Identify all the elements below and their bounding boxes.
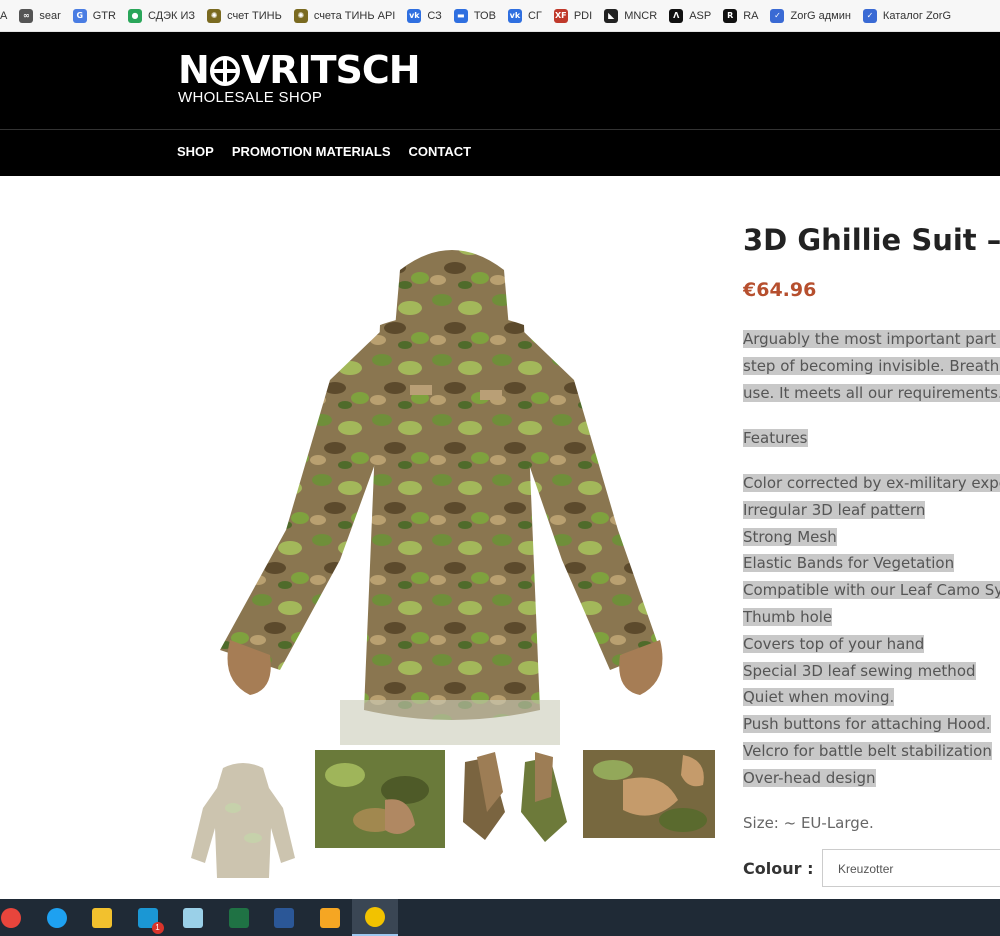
bookmark-label: GTR bbox=[92, 9, 116, 22]
product-summary: 3D Ghillie Suit – J €64.96 Arguably the … bbox=[743, 220, 1000, 836]
product-title: 3D Ghillie Suit – J bbox=[743, 223, 1000, 257]
product-description: Arguably the most important part o step … bbox=[743, 326, 1000, 836]
file-explorer-icon[interactable] bbox=[79, 899, 125, 936]
site-logo[interactable]: N VRITSCH WHOLESALE SHOP bbox=[178, 48, 421, 106]
bookmark-item[interactable]: ✺ счета ТИНЬ API bbox=[293, 6, 396, 26]
colour-label: Colour : bbox=[743, 858, 814, 878]
bookmark-item[interactable]: ● СДЭК ИЗ bbox=[127, 6, 196, 26]
features-list: Color corrected by ex-military expe Irre… bbox=[743, 470, 1000, 792]
main-nav: SHOP PROMOTION MATERIALS CONTACT bbox=[177, 144, 471, 159]
excel-icon[interactable] bbox=[216, 899, 262, 936]
features-heading: Features bbox=[743, 429, 808, 447]
feature-item: Strong Mesh bbox=[743, 527, 837, 546]
bookmark-item[interactable]: ✓ Каталог ZorG bbox=[862, 6, 952, 26]
product-thumbnails bbox=[183, 750, 723, 890]
notification-badge: 1 bbox=[151, 921, 164, 934]
bookmark-label: A bbox=[0, 9, 8, 22]
thumbnail-2[interactable] bbox=[315, 750, 445, 848]
bookmark-label: счета ТИНЬ API bbox=[313, 9, 396, 22]
bookmark-item[interactable]: vk СГ bbox=[507, 6, 542, 26]
thumbnail-4[interactable] bbox=[583, 750, 715, 838]
logo-subtitle: WHOLESALE SHOP bbox=[178, 89, 323, 106]
app-icon[interactable] bbox=[307, 899, 353, 936]
crosshair-icon bbox=[209, 56, 240, 86]
bookmark-label: СЗ bbox=[427, 9, 442, 22]
thumbnail-1[interactable] bbox=[183, 758, 303, 888]
logo-wordmark: N VRITSCH bbox=[178, 48, 421, 92]
feature-item: Velcro for battle belt stabilization bbox=[743, 741, 992, 760]
product-main-image[interactable] bbox=[190, 230, 710, 745]
bookmark-item[interactable]: A bbox=[0, 6, 7, 26]
bookmark-label: счет ТИНЬ bbox=[227, 9, 282, 22]
feature-item: Compatible with our Leaf Camo Sys bbox=[743, 577, 1000, 604]
bookmark-label: ZorG админ bbox=[790, 9, 851, 22]
1c-icon[interactable] bbox=[352, 899, 398, 936]
bookmark-label: СДЭК ИЗ bbox=[147, 9, 196, 22]
description-paragraph: Arguably the most important part o step … bbox=[743, 326, 1000, 407]
feature-item: Irregular 3D leaf pattern bbox=[743, 500, 926, 519]
feature-item: Quiet when moving. bbox=[743, 688, 895, 707]
windows-taskbar: 1 bbox=[0, 899, 1000, 936]
bookmark-item[interactable]: XF PDI bbox=[553, 6, 593, 26]
nav-promotion-materials[interactable]: PROMOTION MATERIALS bbox=[232, 144, 391, 159]
bookmark-label: sear bbox=[39, 9, 61, 22]
shield-icon: ✓ bbox=[770, 8, 785, 23]
chrome-icon[interactable] bbox=[0, 899, 34, 936]
description-line: step of becoming invisible. Breathab bbox=[743, 357, 1000, 375]
feature-item: Over-head design bbox=[743, 768, 876, 787]
size-info: Size: ~ EU-Large. bbox=[743, 813, 874, 832]
description-line: use. It meets all our requirements. bbox=[743, 384, 1000, 402]
skype-icon[interactable]: 1 bbox=[125, 899, 171, 936]
vk-icon: vk bbox=[407, 8, 422, 23]
tinkoff-icon: ✺ bbox=[207, 8, 222, 23]
bookmark-item[interactable]: G GTR bbox=[72, 6, 116, 26]
mncr-icon: ◣ bbox=[604, 8, 619, 23]
colour-selector-row: Colour : Kreuzotter bbox=[743, 848, 1000, 888]
ra-icon: R bbox=[723, 8, 738, 23]
bookmark-item[interactable]: ∞ sear bbox=[19, 6, 61, 26]
bookmark-label: RA bbox=[743, 9, 759, 22]
bookmark-item[interactable]: Λ ASP bbox=[669, 6, 711, 26]
bookmark-label: ТОВ bbox=[473, 9, 496, 22]
bookmark-label: MNCR bbox=[624, 9, 658, 22]
bookmark-item[interactable]: ◣ MNCR bbox=[604, 6, 657, 26]
bookmark-label: ASP bbox=[689, 9, 712, 22]
translate-icon: G bbox=[72, 8, 87, 23]
feature-item: Thumb hole bbox=[743, 607, 833, 626]
tinkoff-icon: ✺ bbox=[293, 8, 308, 23]
asp-icon: Λ bbox=[669, 8, 684, 23]
glasses-icon: ∞ bbox=[19, 8, 34, 23]
bookmark-item[interactable]: vk СЗ bbox=[407, 6, 442, 26]
description-line: Arguably the most important part o bbox=[743, 330, 1000, 348]
notes-icon[interactable] bbox=[170, 899, 216, 936]
feature-item: Push buttons for attaching Hood. bbox=[743, 715, 991, 734]
feature-item: Color corrected by ex-military expe bbox=[743, 470, 1000, 497]
site-header: N VRITSCH WHOLESALE SHOP SHOP PROMOTION M… bbox=[0, 32, 1000, 176]
bookmark-item[interactable]: ✺ счет ТИНЬ bbox=[207, 6, 282, 26]
xf-icon: XF bbox=[553, 8, 568, 23]
bookmark-label: СГ bbox=[527, 9, 542, 22]
product-price: €64.96 bbox=[743, 279, 817, 301]
feature-item: Covers top of your hand bbox=[743, 634, 925, 653]
bookmark-item[interactable]: ▬ ТОВ bbox=[453, 6, 496, 26]
feature-item: Special 3D leaf sewing method bbox=[743, 661, 976, 680]
cdek-icon: ● bbox=[127, 8, 142, 23]
bookmark-label: Каталог ZorG bbox=[882, 9, 952, 22]
vk-icon: vk bbox=[507, 8, 522, 23]
feature-item: Elastic Bands for Vegetation bbox=[743, 554, 955, 573]
thumbnail-3[interactable] bbox=[455, 752, 575, 844]
header-divider bbox=[0, 129, 1000, 130]
bookmark-item[interactable]: ✓ ZorG админ bbox=[770, 6, 851, 26]
word-icon[interactable] bbox=[261, 899, 307, 936]
nav-shop[interactable]: SHOP bbox=[177, 144, 214, 159]
colour-select[interactable]: Kreuzotter bbox=[822, 849, 1000, 887]
shield-icon: ✓ bbox=[862, 8, 877, 23]
chat-icon: ▬ bbox=[453, 8, 468, 23]
bookmark-item[interactable]: R RA bbox=[723, 6, 758, 26]
bookmark-label: PDI bbox=[573, 9, 593, 22]
nav-contact[interactable]: CONTACT bbox=[408, 144, 471, 159]
edge-icon[interactable] bbox=[34, 899, 80, 936]
bookmarks-bar: A ∞ sear G GTR ● СДЭК ИЗ ✺ счет ТИНЬ ✺ счета ТИНЬ … bbox=[0, 0, 1000, 32]
